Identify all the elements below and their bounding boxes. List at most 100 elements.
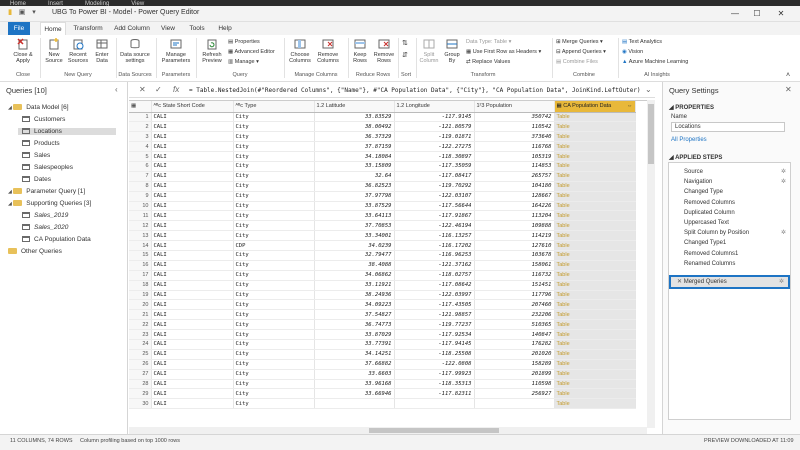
save-icon[interactable]: ▣: [18, 9, 26, 17]
table-link-cell[interactable]: Table: [554, 349, 636, 360]
table-row[interactable]: 17 CALI City 34.06862 -118.02757 116732 Table: [129, 270, 636, 281]
collapse-ribbon-icon[interactable]: ˄: [786, 72, 790, 80]
table-row[interactable]: 22 CALI City 36.74773 -119.77237 510365 Table: [129, 319, 636, 331]
table-row[interactable]: 25 CALI City 34.14251 -118.25508 201020 Table: [129, 349, 636, 360]
table-link-cell[interactable]: Table: [554, 339, 636, 350]
query-item[interactable]: Sales_2020: [22, 224, 68, 231]
table-link-cell[interactable]: Table: [554, 171, 636, 182]
query-item[interactable]: Sales_2019: [22, 212, 68, 219]
table-row[interactable]: 12 CALI City 37.70853 -122.46194 109888 Table: [129, 220, 636, 232]
col-header-state-short-code[interactable]: ᴬᴮc State Short Code: [151, 101, 234, 113]
select-all-corner[interactable]: ▦: [129, 101, 152, 113]
table-link-cell[interactable]: Table: [554, 270, 636, 281]
close-settings-icon[interactable]: ✕: [785, 85, 792, 94]
query-item[interactable]: ◢ Parameter Query [1]: [8, 188, 85, 195]
step-settings-gear-icon[interactable]: ✲: [781, 177, 786, 187]
table-row[interactable]: 3 CALI City 36.37329 -119.01871 373640 Table: [129, 131, 636, 143]
tab-add-column[interactable]: Add Column: [112, 22, 152, 35]
close-window-icon[interactable]: ✕: [772, 8, 790, 20]
delete-step-icon[interactable]: ✕: [677, 279, 684, 285]
table-row[interactable]: 27 CALI City 33.6603 -117.99923 201899 Table: [129, 369, 636, 380]
tab-help[interactable]: Help: [214, 22, 236, 35]
tab-transform[interactable]: Transform: [72, 22, 104, 35]
step-settings-gear-icon[interactable]: ✲: [781, 167, 786, 177]
scroll-thumb[interactable]: [648, 104, 654, 164]
table-row[interactable]: 1 CALI City 33.83529 -117.9145 350742 Table: [129, 112, 636, 123]
table-link-cell[interactable]: Table: [554, 290, 636, 301]
table-row[interactable]: 21 CALI City 37.54827 -121.98857 232206 Table: [129, 309, 636, 321]
table-link-cell[interactable]: Table: [554, 260, 636, 271]
query-item[interactable]: Salespeoples: [22, 164, 73, 171]
table-link-cell[interactable]: Table: [554, 240, 636, 251]
properties-button[interactable]: ▤ Properties: [228, 38, 260, 46]
append-queries-button[interactable]: ⊟ Append Queries ▾: [556, 48, 606, 56]
query-item[interactable]: CA Population Data: [22, 236, 91, 243]
split-column-button[interactable]: Split Column: [418, 38, 440, 64]
query-item[interactable]: Sales: [22, 152, 50, 159]
advanced-editor-button[interactable]: ▦ Advanced Editor: [228, 48, 275, 56]
col-header-ca-population-data[interactable]: ▦ CA Population Data ⇔: [554, 101, 636, 113]
tab-view[interactable]: View: [158, 22, 178, 35]
remove-rows-button[interactable]: Remove Rows: [372, 38, 396, 64]
table-link-cell[interactable]: Table: [554, 191, 636, 202]
choose-columns-button[interactable]: Choose Columns: [288, 38, 312, 64]
table-link-cell[interactable]: Table: [554, 299, 636, 311]
table-row[interactable]: 10 CALI City 33.87529 -117.56644 164226 Table: [129, 201, 636, 212]
table-row[interactable]: 16 CALI City 38.4088 -121.37162 158061 Table: [129, 260, 636, 271]
table-link-cell[interactable]: Table: [554, 359, 636, 370]
table-row[interactable]: 4 CALI City 37.87159 -122.27275 116768 Table: [129, 141, 636, 153]
table-link-cell[interactable]: Table: [554, 201, 636, 212]
sort-descending-icon[interactable]: ⇵: [402, 52, 408, 60]
grid-vertical-scrollbar[interactable]: [647, 100, 655, 428]
table-row[interactable]: 15 CALI City 32.79477 -116.96253 103678 Table: [129, 250, 636, 261]
vision-button[interactable]: ◉ Vision: [622, 48, 643, 56]
table-row[interactable]: 11 CALI City 33.64113 -117.91867 113204 Table: [129, 210, 636, 222]
merge-queries-button[interactable]: ⊞ Merge Queries ▾: [556, 38, 603, 46]
table-link-cell[interactable]: Table: [554, 161, 636, 172]
data-source-settings-button[interactable]: Data source settings: [118, 38, 152, 64]
applied-step[interactable]: Navigation ✲: [669, 177, 790, 187]
manage-parameters-button[interactable]: Manage Parameters: [160, 38, 192, 64]
table-row[interactable]: 19 CALI City 38.24936 -122.03997 117796 Table: [129, 290, 636, 301]
collapse-pane-icon[interactable]: ‹: [115, 85, 118, 94]
maximize-icon[interactable]: ☐: [748, 8, 766, 20]
table-link-cell[interactable]: Table: [554, 388, 636, 400]
table-link-cell[interactable]: Table: [554, 309, 636, 321]
step-settings-gear-icon[interactable]: ✲: [779, 277, 784, 287]
applied-step[interactable]: Changed Type: [669, 187, 790, 197]
minimize-icon[interactable]: —: [726, 8, 744, 20]
table-link-cell[interactable]: Table: [554, 250, 636, 261]
applied-step[interactable]: Split Column by Position ✲: [669, 228, 790, 238]
collapse-section-icon[interactable]: ◢: [669, 155, 674, 161]
table-row[interactable]: 2 CALI City 38.00492 -121.80579 110542 Table: [129, 121, 636, 133]
enter-data-button[interactable]: Enter Data: [92, 38, 112, 64]
query-item[interactable]: Products: [22, 140, 60, 147]
table-row[interactable]: 29 CALI City 33.66946 -117.82311 256927 Table: [129, 388, 636, 400]
table-link-cell[interactable]: Table: [554, 181, 636, 192]
table-row[interactable]: 13 CALI City 33.34001 -116.13257 114219 Table: [129, 230, 636, 242]
expand-formula-icon[interactable]: ⌄: [645, 85, 652, 94]
table-link-cell[interactable]: Table: [554, 280, 636, 291]
col-header-latitude[interactable]: 1.2 Latitude: [314, 101, 395, 113]
azure-ml-button[interactable]: ▲ Azure Machine Learning: [622, 58, 688, 66]
query-name-input[interactable]: Locations: [671, 122, 785, 132]
grid-horizontal-scrollbar[interactable]: [129, 427, 647, 434]
table-row[interactable]: 7 CALI City 32.64 -117.08417 265757 Table: [129, 171, 636, 182]
data-type-dropdown[interactable]: Data Type: Table ▾: [466, 38, 511, 46]
expand-column-icon[interactable]: ⇔: [627, 103, 633, 109]
applied-step[interactable]: ✕ Merged Queries ✲: [669, 275, 790, 289]
step-settings-gear-icon[interactable]: ✲: [781, 228, 786, 238]
fx-icon[interactable]: fx: [173, 85, 179, 94]
table-link-cell[interactable]: Table: [554, 369, 636, 380]
table-link-cell[interactable]: Table: [554, 230, 636, 242]
col-header-population[interactable]: 1²3 Population: [474, 101, 555, 113]
combine-files-button[interactable]: ▤ Combine Files: [556, 58, 598, 66]
query-item[interactable]: Customers: [22, 116, 65, 123]
refresh-preview-button[interactable]: Refresh Preview: [200, 38, 224, 64]
cancel-formula-icon[interactable]: ✕: [139, 85, 146, 94]
query-item[interactable]: Dates: [22, 176, 51, 183]
table-row[interactable]: 26 CALI City 37.66882 -122.0808 158289 Table: [129, 359, 636, 370]
query-item[interactable]: Other Queries: [8, 248, 62, 255]
table-row[interactable]: 20 CALI City 34.09223 -117.43505 207460 Table: [129, 299, 636, 311]
table-link-cell[interactable]: Table: [554, 131, 636, 143]
